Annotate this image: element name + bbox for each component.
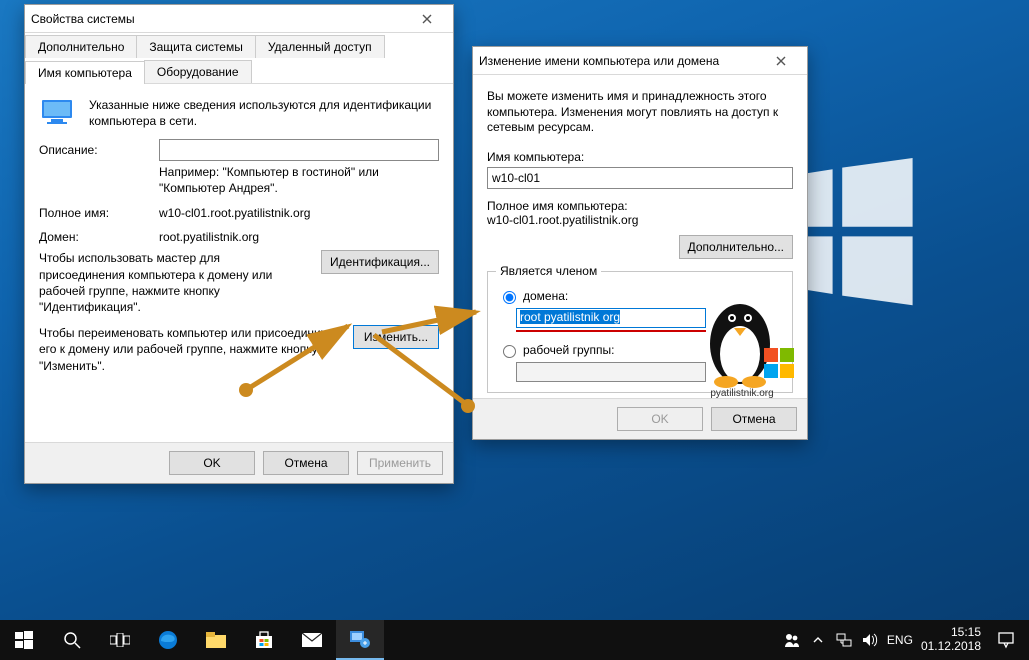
- tray-volume-icon[interactable]: [861, 631, 879, 649]
- tab-row-2: Имя компьютера Оборудование: [25, 58, 453, 84]
- rename-text: Чтобы переименовать компьютер или присое…: [39, 325, 341, 374]
- description-input[interactable]: [159, 139, 439, 161]
- close-icon[interactable]: [761, 51, 801, 71]
- membership-legend: Является членом: [496, 264, 601, 278]
- start-button[interactable]: [0, 620, 48, 660]
- computer-name-change-content: Вы можете изменить имя и принадлежность …: [473, 75, 807, 399]
- description-hint: Например: "Компьютер в гостиной" или "Ко…: [159, 161, 439, 196]
- system-properties-titlebar: Свойства системы: [25, 5, 453, 33]
- change-intro: Вы можете изменить имя и принадлежность …: [487, 85, 793, 136]
- system-properties-content: Указанные ниже сведения используются для…: [25, 84, 453, 394]
- change-ok-button[interactable]: OK: [617, 407, 703, 431]
- more-button[interactable]: Дополнительно...: [679, 235, 793, 259]
- computer-name-change-title: Изменение имени компьютера или домена: [479, 54, 761, 68]
- edge-icon[interactable]: [144, 620, 192, 660]
- workgroup-radio[interactable]: [503, 345, 516, 358]
- tab-hardware[interactable]: Оборудование: [144, 60, 252, 83]
- workgroup-input: [516, 362, 706, 382]
- domain-radio-label: домена:: [523, 289, 568, 303]
- system-properties-task-icon[interactable]: [336, 620, 384, 660]
- change-cancel-button[interactable]: Отмена: [711, 407, 797, 431]
- identify-button[interactable]: Идентификация...: [321, 250, 439, 274]
- task-view-icon[interactable]: [96, 620, 144, 660]
- computer-name-change-titlebar: Изменение имени компьютера или домена: [473, 47, 807, 75]
- svg-text:pyatilistnik.org: pyatilistnik.org: [710, 388, 773, 398]
- system-properties-title: Свойства системы: [31, 12, 407, 26]
- tab-protection[interactable]: Защита системы: [136, 35, 255, 58]
- apply-button[interactable]: Применить: [357, 451, 443, 475]
- annotation-underline: [516, 330, 706, 332]
- description-label: Описание:: [39, 139, 159, 157]
- tray-time: 15:15: [921, 626, 981, 640]
- ok-button[interactable]: OK: [169, 451, 255, 475]
- tab-advanced[interactable]: Дополнительно: [25, 35, 137, 58]
- system-tray: ENG 15:15 01.12.2018: [783, 620, 1029, 660]
- tray-network-icon[interactable]: [835, 631, 853, 649]
- membership-groupbox: Является членом домена: root pyatilistni…: [487, 271, 793, 393]
- domain-value: root.pyatilistnik.org: [159, 226, 439, 244]
- tab-remote[interactable]: Удаленный доступ: [255, 35, 385, 58]
- taskbar: ENG 15:15 01.12.2018: [0, 620, 1029, 660]
- change-button[interactable]: Изменить...: [353, 325, 439, 349]
- system-properties-window: Свойства системы Дополнительно Защита си…: [24, 4, 454, 484]
- fullname-label: Полное имя:: [39, 202, 159, 220]
- domain-input[interactable]: root pyatilistnik org: [516, 308, 706, 328]
- intro-text: Указанные ниже сведения используются для…: [89, 94, 439, 129]
- workgroup-radio-label: рабочей группы:: [523, 343, 614, 357]
- wizard-text: Чтобы использовать мастер для присоедине…: [39, 250, 309, 315]
- mail-icon[interactable]: [288, 620, 336, 660]
- search-icon[interactable]: [48, 620, 96, 660]
- cancel-button[interactable]: Отмена: [263, 451, 349, 475]
- store-icon[interactable]: [240, 620, 288, 660]
- tray-date: 01.12.2018: [921, 640, 981, 654]
- computer-name-change-window: Изменение имени компьютера или домена Вы…: [472, 46, 808, 440]
- close-icon[interactable]: [407, 9, 447, 29]
- domain-label: Домен:: [39, 226, 159, 244]
- computer-icon: [39, 97, 79, 127]
- computer-name-input[interactable]: [487, 167, 793, 189]
- file-explorer-icon[interactable]: [192, 620, 240, 660]
- tab-row-1: Дополнительно Защита системы Удаленный д…: [25, 33, 453, 58]
- tray-chevron-up-icon[interactable]: [809, 631, 827, 649]
- tab-computer-name[interactable]: Имя компьютера: [25, 61, 145, 84]
- tray-action-center-icon[interactable]: [989, 620, 1023, 660]
- tray-people-icon[interactable]: [783, 631, 801, 649]
- tray-clock[interactable]: 15:15 01.12.2018: [921, 626, 981, 654]
- change-fullname-label: Полное имя компьютера:: [487, 199, 793, 213]
- change-fullname-value: w10-cl01.root.pyatilistnik.org: [487, 213, 793, 227]
- domain-radio[interactable]: [503, 291, 516, 304]
- computer-name-label: Имя компьютера:: [487, 150, 793, 164]
- tray-language[interactable]: ENG: [887, 633, 913, 647]
- fullname-value: w10-cl01.root.pyatilistnik.org: [159, 202, 439, 220]
